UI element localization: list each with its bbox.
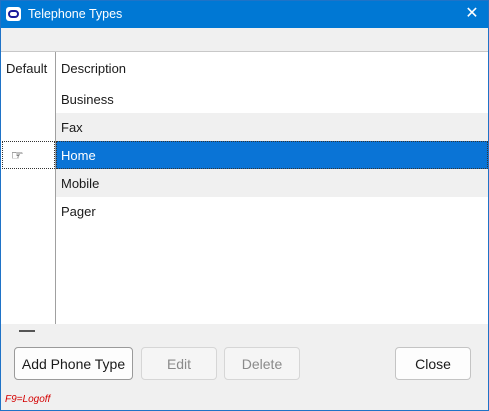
column-header-description[interactable]: Description xyxy=(61,61,126,76)
column-header-default[interactable]: Default xyxy=(6,61,47,76)
table-row[interactable]: Mobile xyxy=(56,169,488,197)
row-description: Home xyxy=(61,148,96,163)
pointing-hand-icon: ☞ xyxy=(11,147,24,163)
add-phone-type-button[interactable]: Add Phone Type xyxy=(14,347,133,380)
delete-button[interactable]: Delete xyxy=(224,347,300,380)
scrollbar-thumb[interactable] xyxy=(19,330,35,332)
row-description: Mobile xyxy=(61,176,100,191)
row-description: Fax xyxy=(61,120,83,135)
app-s-icon xyxy=(6,7,21,21)
telephone-types-window: Telephone Types ✕ Default Description Bu… xyxy=(0,0,489,411)
title-bar[interactable]: Telephone Types ✕ xyxy=(1,1,488,28)
table-row[interactable]: Pager xyxy=(56,197,488,225)
close-icon[interactable]: ✕ xyxy=(462,5,482,23)
row-description: Business xyxy=(61,92,114,107)
close-button[interactable]: Close xyxy=(395,347,471,380)
table-row[interactable]: Fax xyxy=(56,113,488,141)
table-row-selected[interactable]: Home xyxy=(56,141,488,169)
row-description: Pager xyxy=(61,204,96,219)
telephone-types-grid[interactable]: Default Description Business Fax ☞ Home … xyxy=(1,52,488,324)
window-title: Telephone Types xyxy=(28,7,123,21)
status-logoff-hint: F9=Logoff xyxy=(5,394,51,405)
table-row[interactable]: Business xyxy=(56,85,488,113)
default-cell[interactable]: ☞ xyxy=(2,141,55,169)
toolbar-strip xyxy=(1,28,488,52)
horizontal-scrollbar[interactable] xyxy=(1,324,488,338)
edit-button[interactable]: Edit xyxy=(141,347,217,380)
